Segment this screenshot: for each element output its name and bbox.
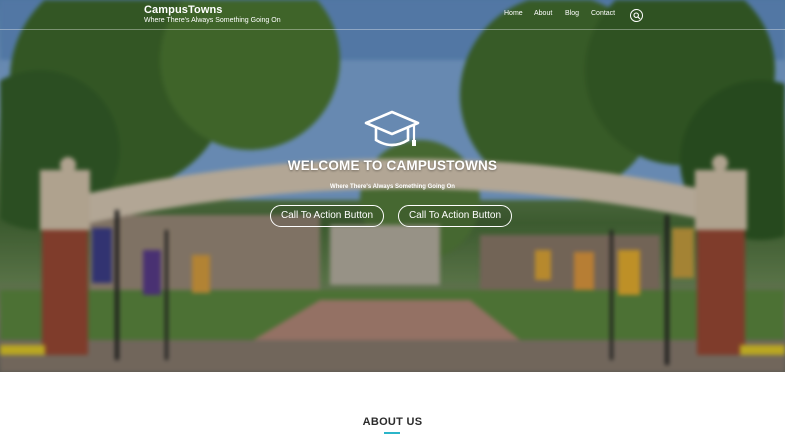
nav-item-blog[interactable]: Blog xyxy=(565,10,579,17)
call-to-action-button-secondary[interactable]: Call To Action Button xyxy=(398,205,512,227)
about-section-title: ABOUT US xyxy=(362,416,423,428)
call-to-action-button-primary[interactable]: Call To Action Button xyxy=(270,205,384,227)
about-title-underline xyxy=(384,432,400,434)
hero-subtitle: Where There's Always Something Going On xyxy=(330,184,455,190)
graduation-cap-icon xyxy=(364,110,420,147)
nav-item-about[interactable]: About xyxy=(534,10,552,17)
site-brand[interactable]: CampusTowns Where There's Always Somethi… xyxy=(144,4,281,24)
site-tagline: Where There's Always Something Going On xyxy=(144,17,281,24)
hero-banner: CampusTowns Where There's Always Somethi… xyxy=(0,0,785,372)
top-navigation-bar: CampusTowns Where There's Always Somethi… xyxy=(0,0,785,30)
hero-title: WELCOME TO CAMPUSTOWNS xyxy=(287,158,498,173)
nav-item-home[interactable]: Home xyxy=(504,10,523,17)
nav-item-contact[interactable]: Contact xyxy=(591,10,615,17)
search-icon[interactable] xyxy=(630,9,643,22)
site-name[interactable]: CampusTowns xyxy=(144,4,281,16)
